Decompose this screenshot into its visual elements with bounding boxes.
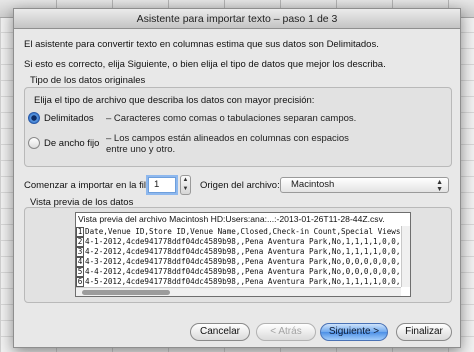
fixed-width-description: – Los campos están alineados en columnas… xyxy=(106,133,349,155)
preview-row: 6 4-5-2012,4cde941778ddf04dc4589b98,,Pena… xyxy=(76,277,400,287)
row-number: 5 xyxy=(76,267,84,277)
row-text: 4-5-2012,4cde941778ddf04dc4589b98,,Pena … xyxy=(85,277,400,286)
radio-fixed-width[interactable] xyxy=(28,137,40,149)
radio-fixed-width-label[interactable]: De ancho fijo xyxy=(44,138,99,149)
original-data-type-title: Tipo de los datos originales xyxy=(30,75,146,86)
intro-text-line-2: Si esto es correcto, elija Siguiente, o … xyxy=(24,59,386,70)
row-text: 4-2-2012,4cde941778ddf04dc4589b98,,Pena … xyxy=(85,247,400,256)
scrollbar-thumb[interactable] xyxy=(82,290,170,295)
select-up-arrow-icon: ▲ xyxy=(436,179,443,186)
row-text: 4-1-2012,4cde941778ddf04dc4589b98,,Pena … xyxy=(85,237,400,246)
stepper-down-icon[interactable]: ▼ xyxy=(181,185,190,194)
row-text: 4-3-2012,4cde941778ddf04dc4589b98,,Pena … xyxy=(85,257,400,266)
file-origin-value: Macintosh xyxy=(291,179,335,190)
radio-delimited[interactable] xyxy=(28,112,40,124)
data-preview-title: Vista previa de los datos xyxy=(30,197,134,208)
data-preview-pane[interactable]: Vista previa del archivo Macintosh HD:Us… xyxy=(75,212,411,297)
row-number: 2 xyxy=(76,237,84,247)
select-down-arrow-icon: ▼ xyxy=(436,186,443,193)
delimited-description: – Caracteres como comas o tabulaciones s… xyxy=(106,113,357,124)
preview-horizontal-scrollbar[interactable] xyxy=(76,287,401,296)
preview-row: 4 4-3-2012,4cde941778ddf04dc4589b98,,Pena… xyxy=(76,257,400,267)
stepper-up-icon[interactable]: ▲ xyxy=(181,176,190,185)
select-arrows-icon: ▲ ▼ xyxy=(436,178,443,193)
row-number: 6 xyxy=(76,277,84,287)
file-origin-select[interactable]: Macintosh ▲ ▼ xyxy=(280,177,449,193)
row-number: 1 xyxy=(76,227,84,237)
back-button[interactable]: < Atrás xyxy=(256,323,316,341)
file-type-prompt: Elija el tipo de archivo que describa lo… xyxy=(34,95,315,106)
preview-row: 3 4-2-2012,4cde941778ddf04dc4589b98,,Pena… xyxy=(76,247,400,257)
row-number: 4 xyxy=(76,257,84,267)
file-origin-label: Origen del archivo: xyxy=(200,180,280,191)
finish-button[interactable]: Finalizar xyxy=(396,323,452,341)
preview-vertical-scrollbar[interactable] xyxy=(401,226,410,287)
preview-row: 5 4-4-2012,4cde941778ddf04dc4589b98,,Pena… xyxy=(76,267,400,277)
preview-row: 1 Date,Venue ID,Store ID,Venue Name,Close… xyxy=(76,227,400,237)
import-start-row-input[interactable]: 1 xyxy=(148,177,176,193)
dialog-title: Asistente para importar texto – paso 1 d… xyxy=(14,9,460,29)
radio-delimited-label[interactable]: Delimitados xyxy=(44,113,94,124)
cancel-button[interactable]: Cancelar xyxy=(190,323,250,341)
text-import-wizard-dialog: Asistente para importar texto – paso 1 d… xyxy=(13,8,461,348)
next-button[interactable]: Siguiente > xyxy=(320,323,388,341)
row-text: Date,Venue ID,Store ID,Venue Name,Closed… xyxy=(85,227,400,236)
preview-file-path: Vista previa del archivo Macintosh HD:Us… xyxy=(78,214,385,224)
preview-row: 2 4-1-2012,4cde941778ddf04dc4589b98,,Pena… xyxy=(76,237,400,247)
row-text: 4-4-2012,4cde941778ddf04dc4589b98,,Pena … xyxy=(85,267,400,276)
row-number: 3 xyxy=(76,247,84,257)
import-start-row-label: Comenzar a importar en la fila: xyxy=(24,180,154,191)
import-start-row-stepper[interactable]: ▲ ▼ xyxy=(180,175,191,195)
intro-text-line-1: El asistente para convertir texto en col… xyxy=(24,39,379,50)
preview-rows: 1 Date,Venue ID,Store ID,Venue Name,Close… xyxy=(76,227,400,287)
